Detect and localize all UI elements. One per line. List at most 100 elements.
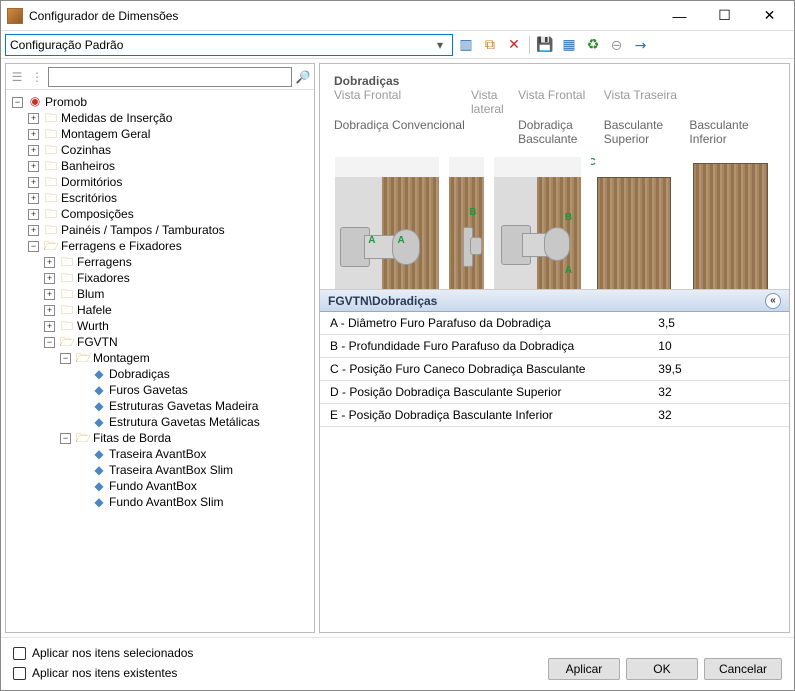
maximize-button[interactable]: ☐ bbox=[702, 2, 747, 30]
leaf-icon: ◆ bbox=[91, 382, 107, 398]
table-row[interactable]: A - Diâmetro Furo Parafuso da Dobradiça3… bbox=[320, 312, 789, 335]
param-value[interactable]: 10 bbox=[648, 335, 789, 358]
toggle-icon[interactable]: + bbox=[44, 257, 55, 268]
toggle-icon[interactable]: + bbox=[28, 225, 39, 236]
param-value[interactable]: 3,5 bbox=[648, 312, 789, 335]
tree-item-label[interactable]: Dobradiças bbox=[109, 366, 170, 382]
toggle-icon[interactable]: + bbox=[28, 145, 39, 156]
tree-item-label[interactable]: Montagem bbox=[93, 350, 150, 366]
collapse-icon[interactable]: « bbox=[765, 293, 781, 309]
tree-item-label[interactable]: Fixadores bbox=[77, 270, 130, 286]
folder-icon: 🗀 bbox=[43, 142, 59, 158]
toggle-icon[interactable]: − bbox=[44, 337, 55, 348]
tree-item-label[interactable]: Estrutura Gavetas Metálicas bbox=[109, 414, 260, 430]
toggle-icon[interactable]: − bbox=[12, 97, 23, 108]
save-icon[interactable]: 💾 bbox=[534, 34, 556, 56]
table-row[interactable]: B - Profundidade Furo Parafuso da Dobrad… bbox=[320, 335, 789, 358]
tree-item-label[interactable]: Estruturas Gavetas Madeira bbox=[109, 398, 258, 414]
library-icon[interactable]: ▦ bbox=[558, 34, 580, 56]
toggle-icon[interactable]: + bbox=[28, 129, 39, 140]
preview-header bbox=[689, 88, 775, 116]
tree-item-label[interactable]: Blum bbox=[77, 286, 104, 302]
tree-root-label[interactable]: Promob bbox=[45, 94, 87, 110]
tree-item-label[interactable]: Furos Gavetas bbox=[109, 382, 188, 398]
toggle-icon[interactable]: − bbox=[60, 433, 71, 444]
diagram-basculante: B A Painel Lateral Porta bbox=[493, 156, 582, 289]
param-key: D - Posição Dobradiça Basculante Superio… bbox=[320, 381, 648, 404]
checkbox-apply-existing[interactable] bbox=[13, 667, 26, 680]
tree-item-label[interactable]: Ferragens bbox=[77, 254, 132, 270]
window-title: Configurador de Dimensões bbox=[29, 9, 657, 23]
checkbox-label: Aplicar nos itens selecionados bbox=[32, 646, 193, 660]
preview-area: Dobradiças Vista Frontal Vista lateral V… bbox=[320, 64, 789, 289]
toggle-icon[interactable]: + bbox=[44, 273, 55, 284]
minimize-button[interactable]: — bbox=[657, 2, 702, 30]
new-config-icon[interactable]: ▥ bbox=[455, 34, 477, 56]
toggle-icon[interactable]: + bbox=[44, 305, 55, 316]
folder-icon: 🗀 bbox=[43, 110, 59, 126]
param-key: A - Diâmetro Furo Parafuso da Dobradiça bbox=[320, 312, 648, 335]
tree-expand-icon[interactable]: ☰ bbox=[8, 68, 26, 86]
delete-icon[interactable]: ✕ bbox=[503, 34, 525, 56]
toggle-icon[interactable]: + bbox=[28, 209, 39, 220]
toggle-icon[interactable]: + bbox=[28, 177, 39, 188]
close-button[interactable]: ✕ bbox=[747, 2, 792, 30]
duplicate-config-icon[interactable]: ⧉ bbox=[479, 34, 501, 56]
tree-view[interactable]: −◉Promob +🗀Medidas de Inserção +🗀Montage… bbox=[6, 90, 314, 632]
leaf-icon: ◆ bbox=[91, 494, 107, 510]
tree-collapse-icon[interactable]: ⋮ bbox=[28, 68, 46, 86]
ok-button[interactable]: OK bbox=[626, 658, 698, 680]
tree-item-label[interactable]: Wurth bbox=[77, 318, 109, 334]
tree-item-label[interactable]: Ferragens e Fixadores bbox=[61, 238, 182, 254]
param-value[interactable]: 32 bbox=[648, 381, 789, 404]
toggle-icon[interactable]: + bbox=[44, 321, 55, 332]
toggle-icon[interactable]: − bbox=[28, 241, 39, 252]
parameters-header: FGVTN\Dobradiças bbox=[328, 294, 437, 308]
tree-item-label[interactable]: Traseira AvantBox Slim bbox=[109, 462, 233, 478]
tree-item-label[interactable]: Composições bbox=[61, 206, 134, 222]
tree-item-label[interactable]: Painéis / Tampos / Tamburatos bbox=[61, 222, 225, 238]
toolbar-separator bbox=[529, 36, 530, 54]
tree-item-label[interactable]: FGVTN bbox=[77, 334, 118, 350]
param-value[interactable]: 32 bbox=[648, 404, 789, 427]
toggle-icon[interactable]: + bbox=[28, 193, 39, 204]
toggle-icon[interactable]: + bbox=[28, 113, 39, 124]
tree-item-label[interactable]: Banheiros bbox=[61, 158, 115, 174]
toolbar: Configuração Padrão ▾ ▥ ⧉ ✕ 💾 ▦ ♻ ⊘ ↗ bbox=[1, 31, 794, 59]
leaf-icon: ◆ bbox=[91, 398, 107, 414]
preview-header: Vista Frontal bbox=[518, 88, 604, 116]
tree-item-label[interactable]: Escritórios bbox=[61, 190, 117, 206]
folder-icon: 🗀 bbox=[59, 302, 75, 318]
footer: Aplicar nos itens selecionados Aplicar n… bbox=[1, 637, 794, 690]
table-row[interactable]: E - Posição Dobradiça Basculante Inferio… bbox=[320, 404, 789, 427]
param-value[interactable]: 39,5 bbox=[648, 358, 789, 381]
leaf-icon: ◆ bbox=[91, 446, 107, 462]
binoculars-icon[interactable]: 🔎 bbox=[294, 68, 312, 86]
tree-item-label[interactable]: Fundo AvantBox bbox=[109, 478, 197, 494]
link-icon[interactable]: ↗ bbox=[625, 29, 656, 60]
table-row[interactable]: C - Posição Furo Caneco Dobradiça Bascul… bbox=[320, 358, 789, 381]
tree-item-label[interactable]: Hafele bbox=[77, 302, 112, 318]
folder-icon: 🗀 bbox=[59, 318, 75, 334]
tree-item-label[interactable]: Montagem Geral bbox=[61, 126, 150, 142]
config-select[interactable]: Configuração Padrão ▾ bbox=[5, 34, 453, 56]
leaf-icon: ◆ bbox=[91, 462, 107, 478]
tree-item-label[interactable]: Medidas de Inserção bbox=[61, 110, 172, 126]
tree-item-label[interactable]: Dormitórios bbox=[61, 174, 122, 190]
table-row[interactable]: D - Posição Dobradiça Basculante Superio… bbox=[320, 381, 789, 404]
tree-item-label[interactable]: Fundo AvantBox Slim bbox=[109, 494, 224, 510]
checkbox-apply-selected[interactable] bbox=[13, 647, 26, 660]
toggle-icon[interactable]: + bbox=[28, 161, 39, 172]
folder-icon: 🗀 bbox=[43, 126, 59, 142]
apply-button[interactable]: Aplicar bbox=[548, 658, 620, 680]
checkbox-label: Aplicar nos itens existentes bbox=[32, 666, 177, 680]
tree-item-label[interactable]: Traseira AvantBox bbox=[109, 446, 206, 462]
refresh-icon[interactable]: ♻ bbox=[582, 34, 604, 56]
cancel-button[interactable]: Cancelar bbox=[704, 658, 782, 680]
toggle-icon[interactable]: + bbox=[44, 289, 55, 300]
tree-item-label[interactable]: Fitas de Borda bbox=[93, 430, 171, 446]
tree-item-label[interactable]: Cozinhas bbox=[61, 142, 111, 158]
folder-open-icon: 🗁 bbox=[43, 238, 59, 254]
search-input[interactable] bbox=[48, 67, 292, 87]
toggle-icon[interactable]: − bbox=[60, 353, 71, 364]
